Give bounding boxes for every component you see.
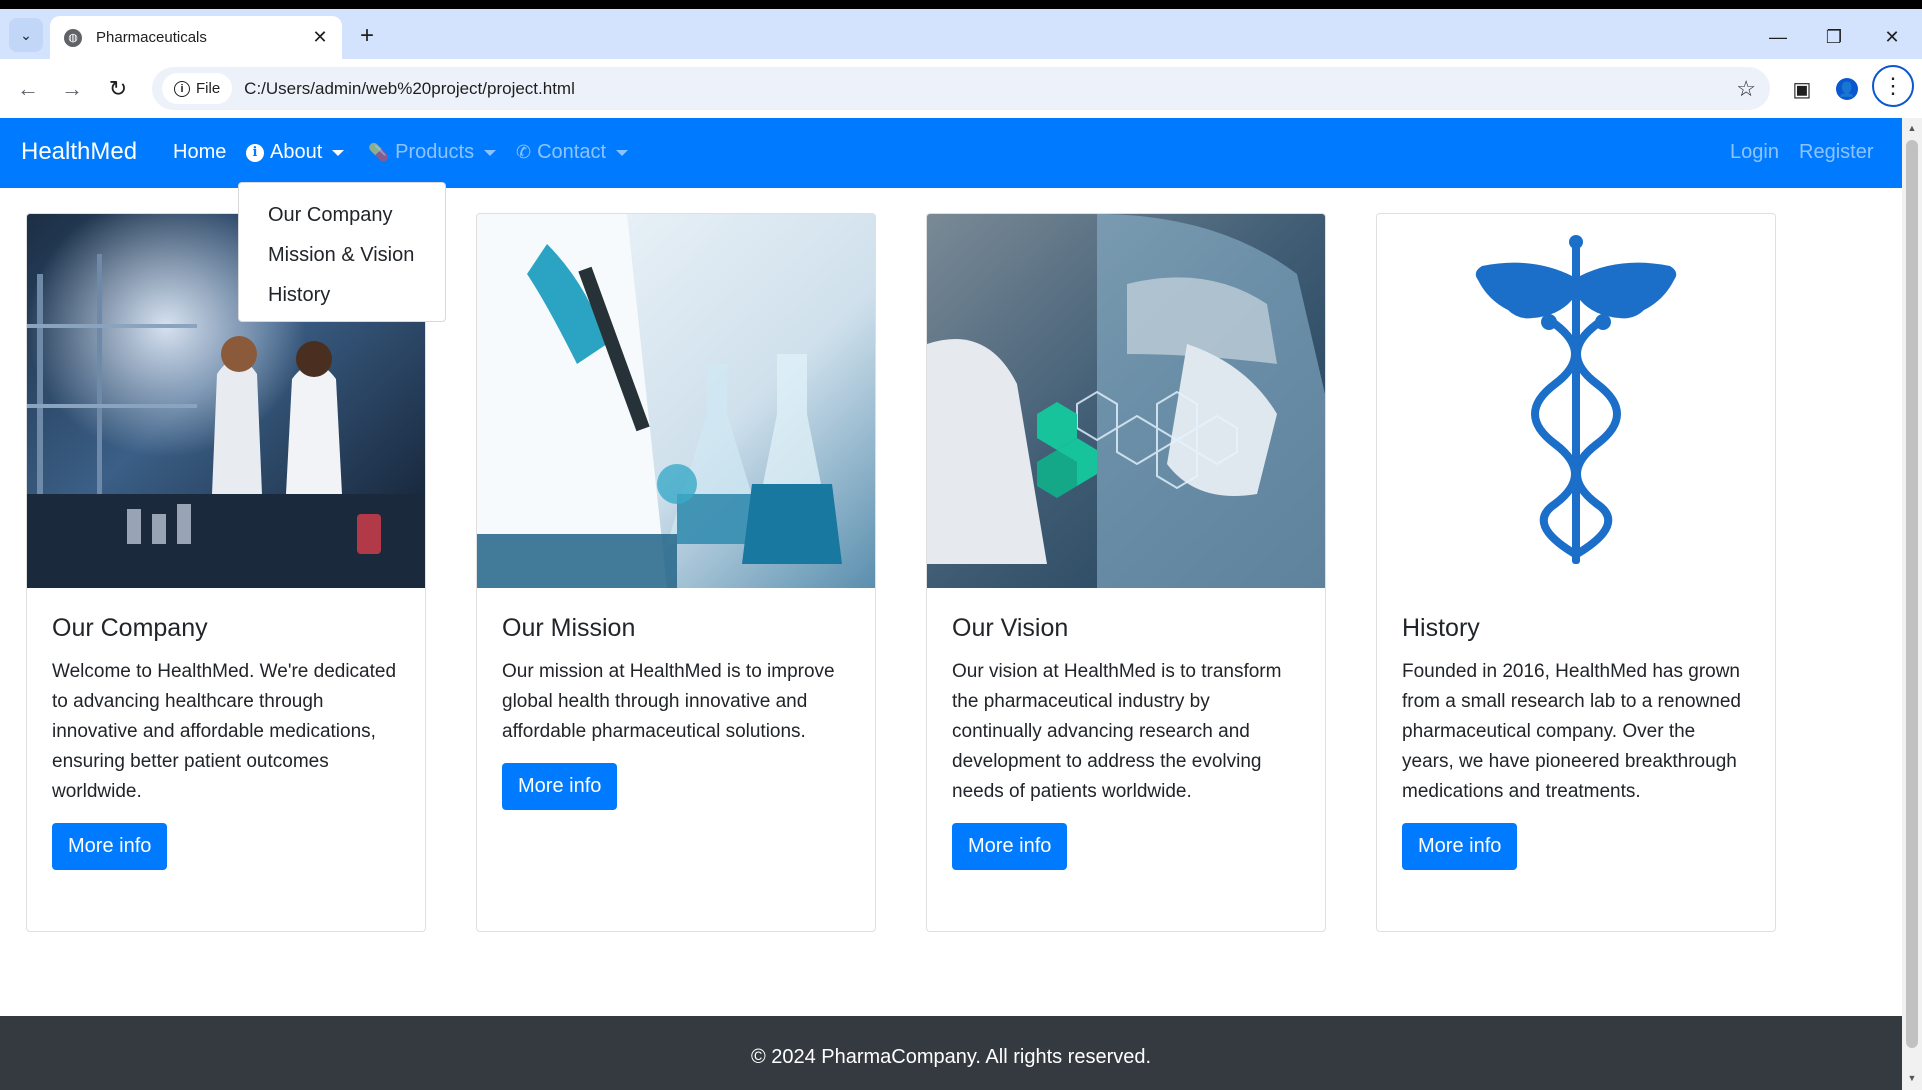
card-title: Our Vision bbox=[952, 614, 1069, 642]
brand-logo[interactable]: HealthMed bbox=[21, 138, 137, 166]
browser-tab[interactable]: ◍ Pharmaceuticals ✕ bbox=[50, 16, 342, 59]
nav-products[interactable]: 💊 Products bbox=[368, 141, 497, 164]
card-title: History bbox=[1402, 614, 1480, 642]
side-panel-icon[interactable]: ▣ bbox=[1786, 73, 1818, 105]
close-tab-icon[interactable]: ✕ bbox=[308, 26, 332, 50]
card-text: Welcome to HealthMed. We're dedicated to… bbox=[52, 661, 397, 802]
bookmark-star-icon[interactable]: ☆ bbox=[1736, 76, 1756, 102]
more-info-button[interactable]: More info bbox=[1402, 823, 1518, 870]
nav-contact-label: Contact bbox=[537, 141, 607, 163]
profile-icon[interactable]: 👤 bbox=[1831, 73, 1863, 105]
nav-register[interactable]: Register bbox=[1799, 141, 1873, 164]
about-dropdown-menu: Our Company Mission & Vision History bbox=[238, 182, 446, 322]
more-info-button[interactable]: More info bbox=[52, 823, 168, 870]
nav-login-label: Login bbox=[1730, 141, 1779, 163]
footer-copyright: © 2024 PharmaCompany. All rights reserve… bbox=[750, 1046, 1152, 1068]
pipette-lab-image bbox=[477, 214, 875, 588]
nav-products-label: Products bbox=[395, 141, 475, 163]
card-text: Founded in 2016, HealthMed has grown fro… bbox=[1402, 661, 1741, 802]
site-navbar: HealthMed Home i About 💊 Products ✆ Cont… bbox=[0, 118, 1902, 188]
browser-menu-icon[interactable]: ⋮ bbox=[1872, 65, 1914, 107]
site-info-chip[interactable]: i File bbox=[162, 73, 233, 104]
nav-about-label: About bbox=[270, 141, 323, 163]
page-scrollbar[interactable]: ▲ ▼ bbox=[1902, 118, 1922, 1090]
file-chip-label: File bbox=[196, 80, 221, 97]
site-footer: © 2024 PharmaCompany. All rights reserve… bbox=[0, 1016, 1902, 1090]
new-tab-icon[interactable]: + bbox=[352, 21, 382, 51]
scrollbar-thumb[interactable] bbox=[1906, 140, 1918, 1048]
card-history: History Founded in 2016, HealthMed has g… bbox=[1376, 213, 1776, 932]
browser-tab-strip: ⌄ ◍ Pharmaceuticals ✕ + — ❐ ✕ bbox=[0, 9, 1922, 59]
chevron-down-icon bbox=[332, 149, 345, 156]
info-circle-icon: i bbox=[246, 143, 264, 162]
nav-register-label: Register bbox=[1799, 141, 1874, 163]
forward-icon[interactable]: → bbox=[56, 73, 88, 105]
info-icon: i bbox=[174, 80, 190, 97]
nav-about[interactable]: i About bbox=[246, 141, 345, 164]
page-viewport: HealthMed Home i About 💊 Products ✆ Cont… bbox=[0, 118, 1902, 1090]
browser-toolbar: ← → ↻ i File C:/Users/admin/web%20projec… bbox=[0, 59, 1922, 118]
chevron-down-icon bbox=[484, 149, 497, 156]
nav-contact[interactable]: ✆ Contact bbox=[516, 141, 629, 164]
scientist-hexagon-image bbox=[927, 214, 1325, 588]
dropdown-item-our-company[interactable]: Our Company bbox=[239, 195, 445, 235]
restore-icon[interactable]: ❐ bbox=[1814, 23, 1854, 51]
scroll-down-arrow-icon[interactable]: ▼ bbox=[1902, 1070, 1922, 1086]
card-text: Our vision at HealthMed is to transform … bbox=[952, 661, 1282, 802]
pills-icon: 💊 bbox=[368, 142, 390, 162]
card-text: Our mission at HealthMed is to improve g… bbox=[502, 661, 835, 742]
window-top-edge bbox=[0, 0, 1922, 9]
address-bar[interactable]: i File C:/Users/admin/web%20project/proj… bbox=[152, 67, 1770, 110]
nav-home[interactable]: Home bbox=[173, 141, 226, 164]
reload-icon[interactable]: ↻ bbox=[102, 73, 134, 105]
card-our-vision: Our Vision Our vision at HealthMed is to… bbox=[926, 213, 1326, 932]
tab-title: Pharmaceuticals bbox=[96, 29, 207, 46]
minimize-icon[interactable]: — bbox=[1758, 23, 1798, 51]
globe-icon: ◍ bbox=[64, 28, 82, 47]
chevron-down-icon bbox=[616, 149, 629, 156]
tab-search-icon[interactable]: ⌄ bbox=[9, 18, 43, 52]
caduceus-image bbox=[1377, 214, 1775, 588]
more-info-button[interactable]: More info bbox=[502, 763, 618, 810]
card-title: Our Mission bbox=[502, 614, 636, 642]
phone-icon: ✆ bbox=[516, 142, 532, 162]
dropdown-item-history[interactable]: History bbox=[239, 275, 445, 315]
back-icon[interactable]: ← bbox=[12, 73, 44, 105]
more-info-button[interactable]: More info bbox=[952, 823, 1068, 870]
card-our-mission: Our Mission Our mission at HealthMed is … bbox=[476, 213, 876, 932]
card-title: Our Company bbox=[52, 614, 208, 642]
dropdown-item-mission-vision[interactable]: Mission & Vision bbox=[239, 235, 445, 275]
scroll-up-arrow-icon[interactable]: ▲ bbox=[1902, 120, 1922, 136]
nav-home-label: Home bbox=[173, 141, 227, 163]
url-text[interactable]: C:/Users/admin/web%20project/project.htm… bbox=[244, 79, 575, 99]
window-close-icon[interactable]: ✕ bbox=[1872, 23, 1912, 51]
nav-login[interactable]: Login bbox=[1730, 141, 1779, 164]
